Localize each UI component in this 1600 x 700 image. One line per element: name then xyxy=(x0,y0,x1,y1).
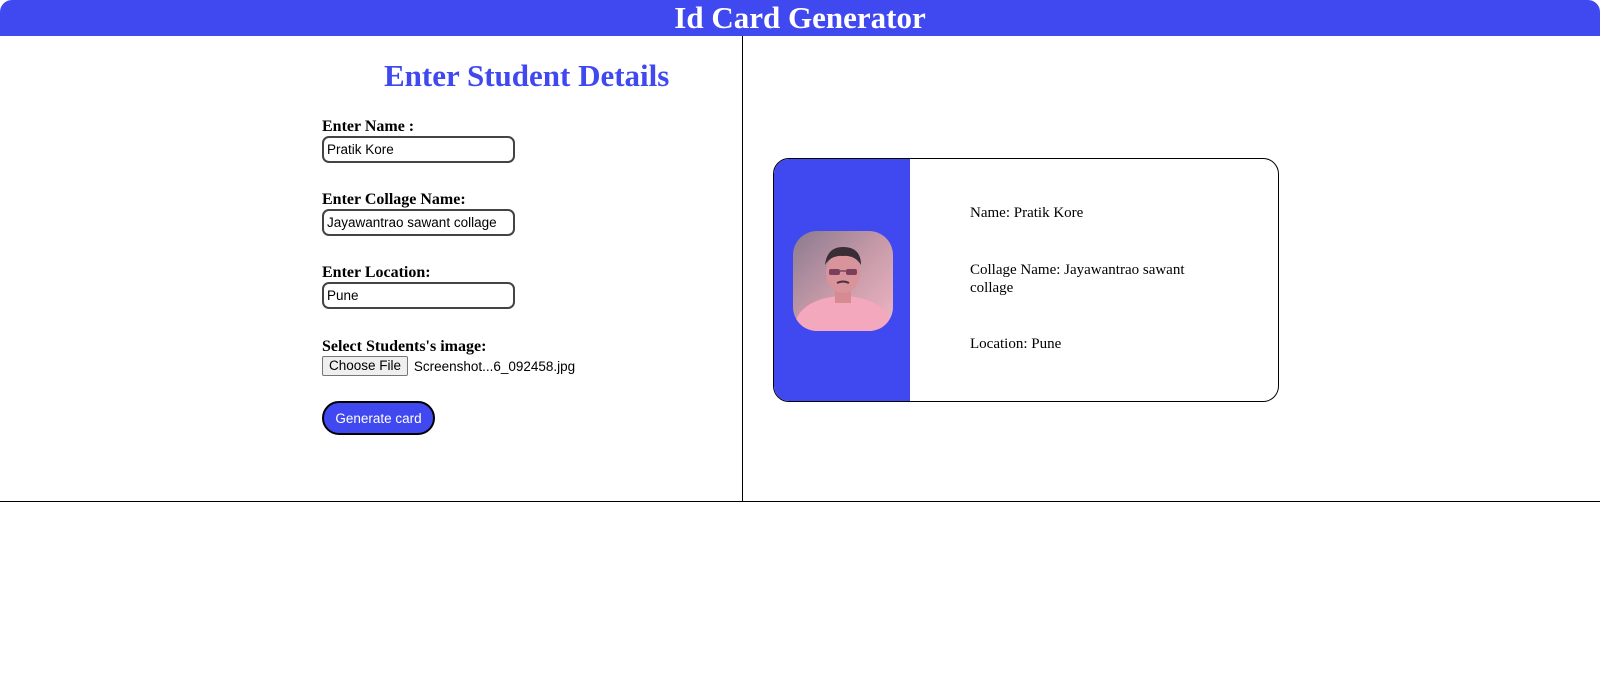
college-label: Enter Collage Name: xyxy=(322,191,466,208)
card-college: Collage Name: Jayawantrao sawant collage xyxy=(970,262,1185,296)
generate-card-label: Generate card xyxy=(335,410,422,426)
card-location: Location: Pune xyxy=(970,336,1062,352)
form-title: Enter Student Details xyxy=(384,58,670,93)
location-input[interactable] xyxy=(322,282,515,309)
panel-divider xyxy=(742,36,743,501)
file-name-text: Screenshot...6_092458.jpg xyxy=(413,358,576,374)
choose-file-button[interactable]: Choose File xyxy=(322,356,409,376)
student-photo-image xyxy=(793,231,893,331)
app-header: Id Card Generator xyxy=(0,0,1600,36)
card-side-band xyxy=(774,159,910,401)
id-card: Name: Pratik Kore Collage Name: Jayawant… xyxy=(773,158,1279,402)
name-input[interactable] xyxy=(322,136,515,163)
image-label: Select Students's image: xyxy=(322,338,487,355)
main-area: Enter Student Details Enter Name : Enter… xyxy=(0,36,1600,502)
generate-card-button[interactable]: Generate card xyxy=(322,401,435,435)
app-title: Id Card Generator xyxy=(674,0,926,35)
card-name: Name: Pratik Kore xyxy=(970,205,1084,221)
college-input[interactable] xyxy=(322,209,515,236)
name-label: Enter Name : xyxy=(322,118,415,135)
location-label: Enter Location: xyxy=(322,264,431,281)
student-photo xyxy=(793,231,893,331)
file-picker: Choose File Screenshot...6_092458.jpg xyxy=(322,356,575,376)
